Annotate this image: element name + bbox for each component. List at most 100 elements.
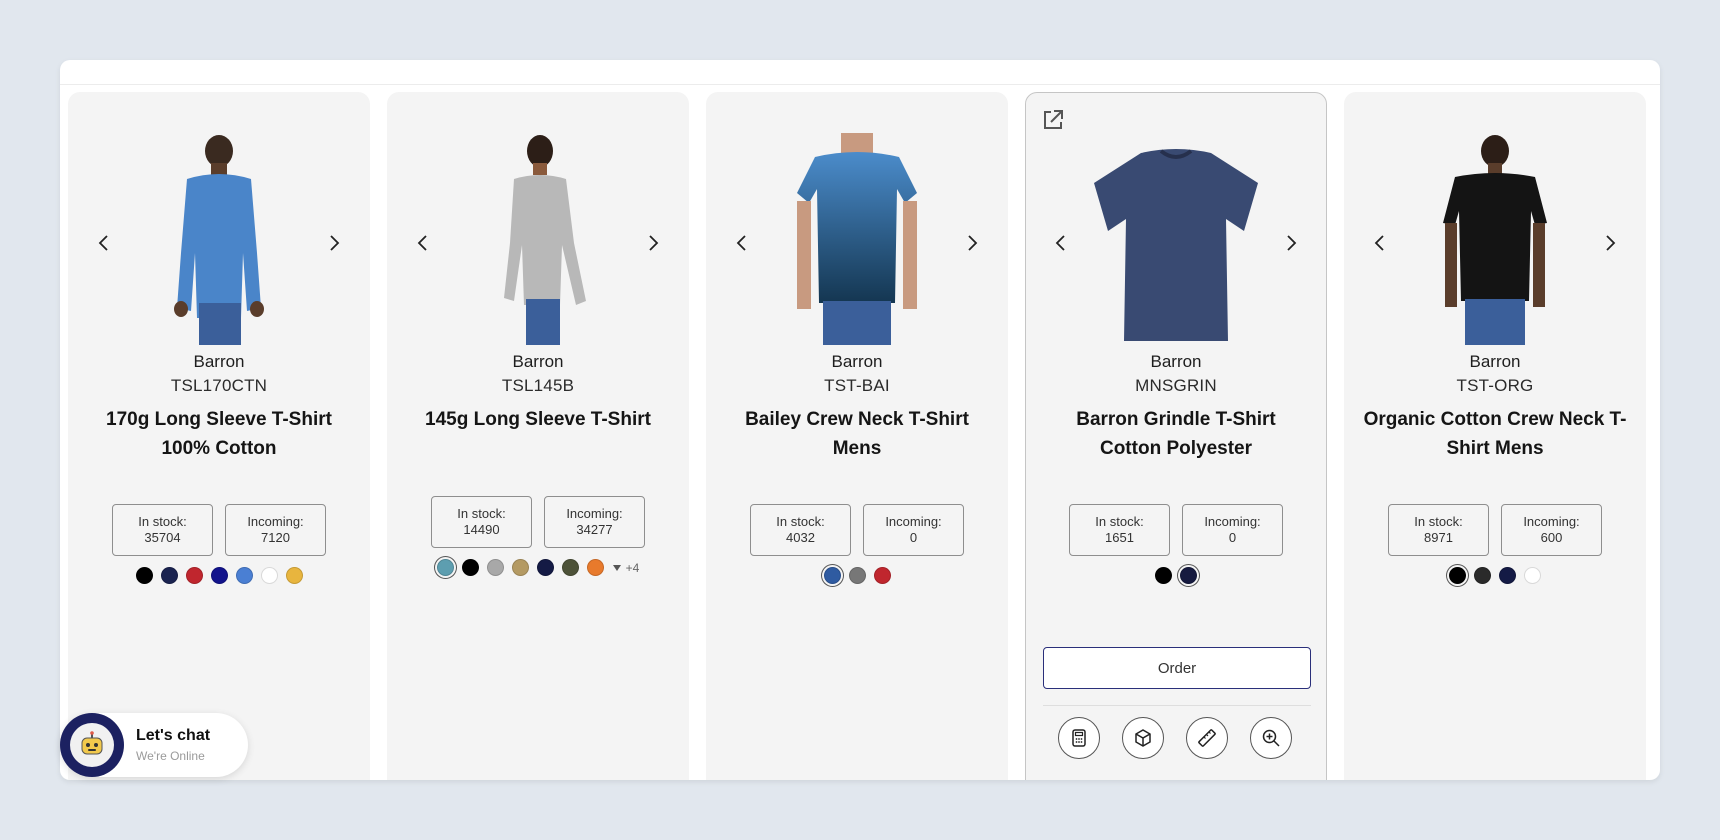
color-swatch[interactable] xyxy=(848,567,866,584)
color-swatch[interactable] xyxy=(1155,567,1172,584)
product-title[interactable]: 145g Long Sleeve T-Shirt xyxy=(388,405,688,434)
color-swatch[interactable] xyxy=(285,567,303,584)
color-swatch[interactable] xyxy=(536,559,554,576)
chat-widget[interactable]: Let's chat We're Online xyxy=(60,713,248,777)
in-stock-value: 14490 xyxy=(463,522,500,537)
calculator-button[interactable] xyxy=(1058,717,1100,759)
product-card[interactable]: Barron TST-ORG Organic Cotton Crew Neck … xyxy=(1344,92,1646,780)
color-swatch[interactable] xyxy=(235,567,253,584)
color-swatch[interactable] xyxy=(1524,567,1541,584)
stock-info: In stock: 1651 Incoming: 0 xyxy=(1026,504,1326,556)
color-swatch[interactable] xyxy=(1499,567,1516,584)
color-swatch[interactable] xyxy=(586,559,604,576)
chevron-right-icon xyxy=(968,235,978,251)
product-title[interactable]: Barron Grindle T-Shirt Cotton Polyester xyxy=(1026,405,1326,463)
prev-image-button[interactable] xyxy=(91,231,115,255)
incoming-value: 7120 xyxy=(261,530,290,545)
in-stock-label: In stock: xyxy=(1414,514,1463,529)
product-card[interactable]: Barron TSL170CTN 170g Long Sleeve T-Shir… xyxy=(68,92,370,780)
next-image-button[interactable] xyxy=(642,231,666,255)
packaging-button[interactable] xyxy=(1122,717,1164,759)
chevron-left-icon xyxy=(736,235,746,251)
incoming-box: Incoming: 7120 xyxy=(225,504,326,556)
product-sku: TSL145B xyxy=(501,376,575,395)
next-image-button[interactable] xyxy=(1599,231,1623,255)
chat-title: Let's chat xyxy=(136,727,211,744)
brand-name: Barron xyxy=(512,352,564,371)
color-swatch[interactable] xyxy=(561,559,579,576)
incoming-label: Incoming: xyxy=(247,514,304,529)
color-swatch[interactable] xyxy=(873,567,891,584)
product-sku: MNSGRIN xyxy=(1135,376,1217,395)
next-image-button[interactable] xyxy=(961,231,985,255)
product-card[interactable]: Barron MNSGRIN Barron Grindle T-Shirt Co… xyxy=(1025,92,1327,780)
chat-status: We're Online xyxy=(136,749,205,763)
color-swatches xyxy=(707,567,1007,584)
color-swatch[interactable] xyxy=(1474,567,1491,584)
box-icon xyxy=(1135,729,1151,747)
color-swatch[interactable] xyxy=(486,559,504,576)
robot-icon xyxy=(81,731,103,755)
calculator-icon xyxy=(1072,729,1086,747)
incoming-label: Incoming: xyxy=(1523,514,1580,529)
incoming-value: 0 xyxy=(909,530,918,545)
order-button[interactable]: Order xyxy=(1043,647,1311,689)
in-stock-box: In stock: 14490 xyxy=(431,496,532,548)
product-image[interactable] xyxy=(1405,133,1585,345)
in-stock-label: In stock: xyxy=(138,514,187,529)
product-image[interactable] xyxy=(1086,133,1266,345)
color-swatch[interactable] xyxy=(210,567,228,584)
product-image[interactable] xyxy=(448,133,628,345)
incoming-value: 34277 xyxy=(576,522,613,537)
size-guide-button[interactable] xyxy=(1186,717,1228,759)
product-sku: TSL170CTN xyxy=(170,376,268,395)
prev-image-button[interactable] xyxy=(1048,231,1072,255)
zoom-in-icon xyxy=(1262,729,1280,747)
in-stock-box: In stock: 8971 xyxy=(1388,504,1489,556)
product-title[interactable]: Organic Cotton Crew Neck T-Shirt Mens xyxy=(1345,405,1645,463)
color-swatch[interactable] xyxy=(511,559,529,576)
in-stock-label: In stock: xyxy=(457,506,506,521)
product-sku: TST-ORG xyxy=(1456,376,1534,395)
product-title[interactable]: 170g Long Sleeve T-Shirt 100% Cotton xyxy=(69,405,369,463)
incoming-label: Incoming: xyxy=(566,506,623,521)
divider xyxy=(1043,705,1311,706)
color-swatch[interactable] xyxy=(1180,567,1197,584)
color-swatches: +4 xyxy=(388,559,688,576)
brand-name: Barron xyxy=(1150,352,1202,371)
product-image[interactable] xyxy=(767,133,947,345)
color-swatch[interactable] xyxy=(160,567,178,584)
product-title[interactable]: Bailey Crew Neck T-Shirt Mens xyxy=(707,405,1007,463)
prev-image-button[interactable] xyxy=(729,231,753,255)
next-image-button[interactable] xyxy=(1280,231,1304,255)
chevron-left-icon xyxy=(417,235,427,251)
color-swatch[interactable] xyxy=(1449,567,1466,584)
product-image[interactable] xyxy=(129,133,309,345)
brand-name: Barron xyxy=(831,352,883,371)
zoom-button[interactable] xyxy=(1250,717,1292,759)
in-stock-label: In stock: xyxy=(1095,514,1144,529)
prev-image-button[interactable] xyxy=(1367,231,1391,255)
incoming-box: Incoming: 0 xyxy=(863,504,964,556)
external-link-icon[interactable] xyxy=(1040,107,1066,133)
color-swatch[interactable] xyxy=(461,559,479,576)
stock-info: In stock: 8971 Incoming: 600 xyxy=(1345,504,1645,556)
chat-avatar xyxy=(60,713,124,777)
product-card[interactable]: Barron TST-BAI Bailey Crew Neck T-Shirt … xyxy=(706,92,1008,780)
next-image-button[interactable] xyxy=(323,231,347,255)
color-swatch[interactable] xyxy=(436,559,454,576)
product-grid-frame: Barron TSL170CTN 170g Long Sleeve T-Shir… xyxy=(60,60,1660,780)
color-swatch[interactable] xyxy=(260,567,278,584)
stock-info: In stock: 4032 Incoming: 0 xyxy=(707,504,1007,556)
chevron-right-icon xyxy=(1606,235,1616,251)
color-swatch[interactable] xyxy=(823,567,841,584)
color-swatch[interactable] xyxy=(185,567,203,584)
product-card[interactable]: Barron TSL145B 145g Long Sleeve T-Shirt … xyxy=(387,92,689,780)
chevron-left-icon xyxy=(1374,235,1384,251)
in-stock-box: In stock: 35704 xyxy=(112,504,213,556)
color-swatch[interactable] xyxy=(135,567,153,584)
in-stock-label: In stock: xyxy=(776,514,825,529)
more-colors-toggle[interactable]: +4 xyxy=(612,561,639,575)
prev-image-button[interactable] xyxy=(410,231,434,255)
brand-name: Barron xyxy=(193,352,245,371)
